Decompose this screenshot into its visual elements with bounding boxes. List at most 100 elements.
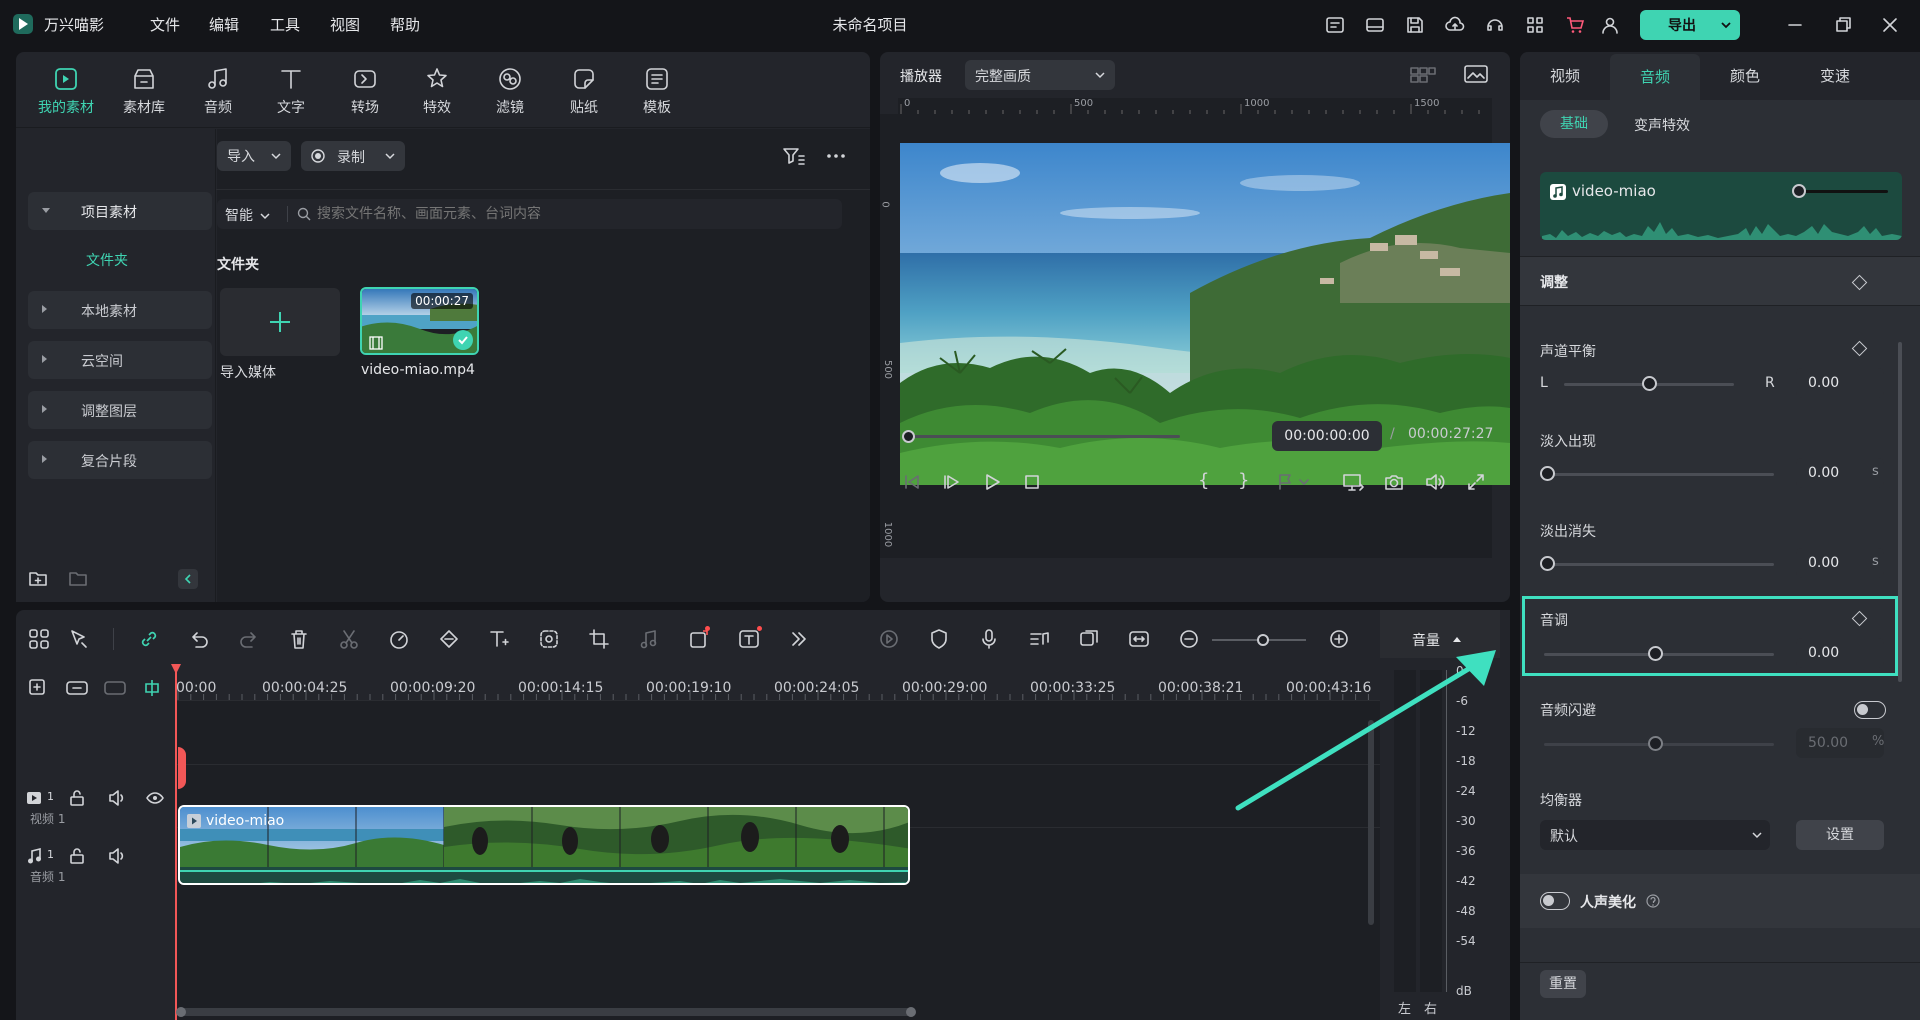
mark-in-icon[interactable]: { [1198,470,1209,491]
lock-icon[interactable] [68,847,86,865]
mark-out-icon[interactable]: } [1238,470,1249,491]
sidebar-item-cloud[interactable]: 云空间 [28,341,212,379]
remove-folder-icon[interactable] [68,569,88,587]
speaker-icon[interactable] [108,789,126,807]
record-button[interactable]: 录制 [301,141,405,171]
delete-icon[interactable] [288,628,310,650]
inspector-scrollbar[interactable] [1898,342,1902,682]
link-icon[interactable] [138,628,160,650]
speed-icon[interactable] [388,628,410,650]
keyframe-icon[interactable] [438,628,460,650]
fade-out-slider-knob[interactable] [1540,556,1555,571]
tab-speed[interactable]: 变速 [1790,52,1880,100]
volume-icon[interactable] [1424,472,1446,492]
marker-icon[interactable] [1276,472,1310,492]
sidebar-item-local[interactable]: 本地素材 [28,291,212,329]
export-button[interactable]: 导出 [1640,10,1740,40]
subtab-voice-changer[interactable]: 变声特效 [1634,115,1690,135]
toolbar-my-media[interactable]: 我的素材 [38,66,94,117]
video-clip[interactable]: video-miao [178,805,910,885]
replace-icon[interactable] [1078,628,1100,650]
import-button[interactable]: 导入 [217,141,291,171]
toolbar-audio[interactable]: 音频 [190,66,246,117]
toolbar-text[interactable]: 文字 [263,66,319,117]
ai-text-icon[interactable] [738,626,762,650]
media-icon[interactable] [1365,15,1385,35]
toolbar-transition[interactable]: 转场 [337,66,393,117]
ducking-slider-knob[interactable] [1648,736,1663,751]
more-options-icon[interactable] [825,146,847,166]
fade-in-slider-knob[interactable] [1540,466,1555,481]
subtab-basic[interactable]: 基础 [1540,110,1608,138]
undo-icon[interactable] [188,628,210,650]
scroll-handle-right[interactable] [906,1007,916,1017]
menu-file[interactable]: 文件 [150,14,180,35]
collapse-sidebar-icon[interactable] [178,569,198,589]
tab-video[interactable]: 视频 [1520,52,1610,100]
scroll-handle-left[interactable] [176,1007,186,1017]
new-folder-icon[interactable] [28,569,48,587]
playhead-marker[interactable] [178,747,186,789]
cart-icon[interactable] [1565,15,1585,35]
render-icon[interactable] [878,628,900,650]
save-icon[interactable] [1405,15,1425,35]
fade-out-slider-track[interactable] [1544,563,1774,566]
fade-in-value[interactable]: 0.00 [1796,458,1884,488]
headset-icon[interactable] [1485,15,1505,35]
shield-icon[interactable] [928,628,950,650]
cut-icon[interactable] [338,628,360,650]
balance-value[interactable]: 0.00 [1796,368,1884,398]
quality-dropdown[interactable]: 完整画质 [965,60,1115,90]
audio-stretch-icon[interactable] [638,628,660,650]
import-media-tile[interactable] [220,288,340,356]
menu-edit[interactable]: 编辑 [209,14,239,35]
equalizer-preset-dropdown[interactable]: 默认 [1540,820,1770,850]
track-layout-icon[interactable] [104,678,126,698]
pitch-value[interactable]: 0.00 [1796,638,1884,668]
toolbar-library[interactable]: 素材库 [116,66,172,117]
crop-icon[interactable] [588,628,610,650]
apps-grid-icon[interactable] [1525,15,1545,35]
fullscreen-icon[interactable] [1466,472,1486,492]
microphone-icon[interactable] [978,628,1000,650]
mask-icon[interactable] [688,626,710,650]
zoom-out-icon[interactable] [1178,628,1200,650]
redo-icon[interactable] [238,628,260,650]
smart-dropdown[interactable]: 智能 [225,205,270,225]
playback-progress-track[interactable] [902,435,1180,438]
lock-icon[interactable] [68,789,86,807]
fade-out-value[interactable]: 0.00 [1796,548,1884,578]
equalizer-settings-button[interactable]: 设置 [1796,820,1884,850]
sidebar-item-adjustment[interactable]: 调整图层 [28,391,212,429]
play-icon[interactable] [982,472,1002,492]
current-time[interactable]: 00:00:00:00 [1272,421,1382,451]
tab-color[interactable]: 颜色 [1700,52,1790,100]
add-text-icon[interactable] [488,628,510,650]
tab-audio[interactable]: 音频 [1610,54,1700,100]
snap-icon[interactable] [142,678,162,698]
media-clip-thumbnail[interactable]: 00:00:27 [360,287,479,355]
toolbar-template[interactable]: 模板 [629,66,685,117]
play-reverse-icon[interactable] [942,472,962,492]
layout-icon[interactable] [28,628,50,650]
display-settings-icon[interactable] [1342,472,1366,492]
pitch-slider-knob[interactable] [1648,646,1663,661]
add-track-icon[interactable] [28,678,48,698]
sidebar-item-compound[interactable]: 复合片段 [28,441,212,479]
restore-icon[interactable] [1833,15,1853,35]
grid-view-icon[interactable] [1410,66,1436,84]
reset-button[interactable]: 重置 [1540,970,1586,998]
search-input[interactable] [317,203,827,225]
fade-in-slider-track[interactable] [1544,473,1774,476]
user-account-icon[interactable] [1600,15,1620,35]
link-track-icon[interactable] [66,678,88,698]
snapshot-view-icon[interactable] [1464,64,1488,84]
fit-icon[interactable] [1128,628,1150,650]
speaker-icon[interactable] [108,847,126,865]
ai-cutout-icon[interactable] [538,628,560,650]
more-tools-icon[interactable] [788,628,810,650]
menu-view[interactable]: 视图 [330,14,360,35]
voice-enhance-toggle[interactable] [1540,892,1570,910]
toolbar-sticker[interactable]: 贴纸 [556,66,612,117]
balance-slider-knob[interactable] [1642,376,1657,391]
